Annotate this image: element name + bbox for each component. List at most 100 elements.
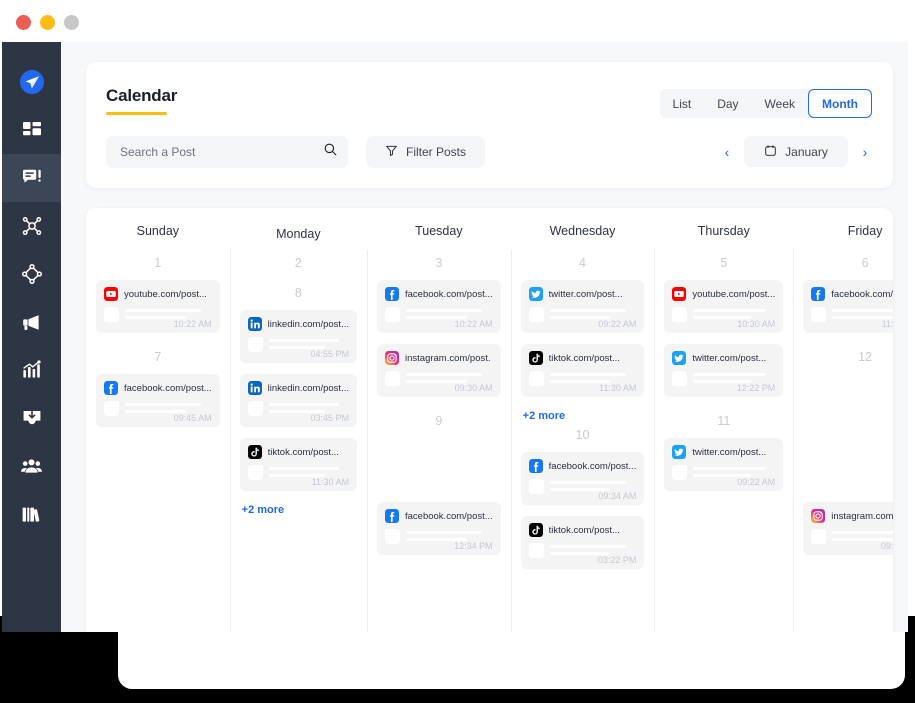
sidebar-item-automations[interactable] bbox=[2, 250, 61, 298]
day-cell[interactable]: 8linkedin.com/post...04:55 PMlinkedin.co… bbox=[240, 280, 357, 516]
post-header: instagram.com/post. bbox=[811, 509, 893, 523]
post-card[interactable]: instagram.com/post.09:30 AM bbox=[377, 344, 501, 397]
maximize-window-button[interactable] bbox=[64, 15, 79, 30]
post-time: 04:55 PM bbox=[310, 349, 349, 359]
post-card[interactable]: facebook.com/post... 09:34 AM bbox=[521, 452, 645, 505]
post-card[interactable]: facebook.com/post... 09:45 AM bbox=[96, 374, 220, 427]
day-posts: facebook.com/post...11:30 AM bbox=[803, 276, 893, 333]
search-post-box[interactable] bbox=[106, 136, 348, 168]
close-window-button[interactable] bbox=[16, 15, 31, 30]
day-cell[interactable]: 2 bbox=[240, 250, 357, 280]
filter-posts-button[interactable]: Filter Posts bbox=[366, 136, 485, 168]
post-card[interactable]: facebook.com/post...11:30 AM bbox=[803, 280, 893, 333]
post-card[interactable]: youtube.com/post...10:22 AM bbox=[96, 280, 220, 333]
post-card[interactable]: tiktok.com/post...11:30 AM bbox=[240, 438, 357, 491]
twitter-icon bbox=[672, 445, 686, 459]
next-month-button[interactable]: › bbox=[858, 136, 872, 167]
day-cell[interactable]: 4twitter.com/post...09:22 AMtiktok.com/p… bbox=[521, 250, 645, 422]
day-number: 11 bbox=[664, 408, 783, 434]
day-cell[interactable]: 11 twitter.com/post... 09:22 AM bbox=[664, 408, 783, 491]
linkedin-icon bbox=[248, 381, 262, 395]
day-posts: youtube.com/post...10:30 AM twitter.com/p… bbox=[664, 276, 783, 397]
post-card[interactable]: instagram.com/post.09:30 AM bbox=[803, 502, 893, 555]
day-cell[interactable]: 3 facebook.com/post...10:22 AM instagram.c… bbox=[377, 250, 501, 397]
post-thumbnail bbox=[811, 307, 826, 322]
search-icon[interactable] bbox=[323, 142, 338, 162]
post-time: 09:22 AM bbox=[737, 477, 775, 487]
calendar-column-tuesday: Tuesday3facebook.com/post...10:22 AMinst… bbox=[367, 208, 511, 632]
post-thumbnail bbox=[529, 371, 544, 386]
post-thumbnail bbox=[811, 529, 826, 544]
prev-month-button[interactable]: ‹ bbox=[720, 136, 734, 167]
post-card[interactable]: twitter.com/post... 09:22 AM bbox=[664, 438, 783, 491]
day-cell[interactable]: 9facebook.com/post...12:34 PM bbox=[377, 408, 501, 555]
post-url: facebook.com/post... bbox=[405, 511, 493, 522]
sidebar-item-send[interactable] bbox=[2, 58, 61, 106]
instagram-icon bbox=[811, 509, 825, 523]
search-input[interactable] bbox=[120, 145, 323, 159]
post-time: 09:45 AM bbox=[174, 413, 212, 423]
sidebar-item-network[interactable] bbox=[2, 202, 61, 250]
day-posts: facebook.com/post... 09:34 AM tiktok.com/p… bbox=[521, 448, 645, 569]
day-cell[interactable]: 6facebook.com/post...11:30 AM bbox=[803, 250, 893, 333]
minimize-window-button[interactable] bbox=[40, 15, 55, 30]
day-number: 7 bbox=[96, 344, 220, 370]
day-cell[interactable]: 12instagram.com/post.09:30 AM bbox=[803, 344, 893, 555]
post-card[interactable]: twitter.com/post...09:22 AM bbox=[521, 280, 645, 333]
users-team-icon bbox=[20, 455, 43, 478]
instagram-icon bbox=[385, 351, 399, 365]
post-header: tiktok.com/post... bbox=[529, 351, 637, 365]
sidebar-item-messages[interactable] bbox=[2, 154, 61, 202]
day-posts: youtube.com/post...10:22 AM bbox=[96, 276, 220, 333]
more-posts-link[interactable]: +2 more bbox=[521, 408, 645, 422]
tiktok-icon bbox=[529, 351, 543, 365]
sidebar-item-library[interactable] bbox=[2, 490, 61, 538]
day-cell[interactable]: 5youtube.com/post...10:30 AMtwitter.com/… bbox=[664, 250, 783, 397]
post-thumbnail bbox=[529, 543, 544, 558]
post-card[interactable]: facebook.com/post...12:34 PM bbox=[377, 502, 501, 555]
post-url: instagram.com/post. bbox=[831, 511, 893, 522]
post-card[interactable]: linkedin.com/post...04:55 PM bbox=[240, 310, 357, 363]
view-tab-week[interactable]: Week bbox=[752, 89, 808, 118]
post-thumbnail bbox=[385, 307, 400, 322]
sidebar-item-dashboard[interactable] bbox=[2, 106, 61, 154]
title-underline bbox=[106, 112, 167, 115]
calendar-column-wednesday: Wednesday4twitter.com/post...09:22 AMtik… bbox=[511, 208, 655, 632]
post-time: 03:45 PM bbox=[310, 413, 349, 423]
day-cell[interactable]: 1youtube.com/post...10:22 AM bbox=[96, 250, 220, 333]
view-tab-day[interactable]: Day bbox=[704, 89, 751, 118]
day-number: 3 bbox=[377, 250, 501, 276]
post-time: 09:34 AM bbox=[598, 491, 636, 501]
app-sidebar bbox=[2, 42, 61, 632]
post-thumbnail bbox=[248, 337, 263, 352]
month-navigation: ‹ January › bbox=[720, 136, 872, 167]
post-card[interactable]: facebook.com/post...10:22 AM bbox=[377, 280, 501, 333]
post-card[interactable]: linkedin.com/post...03:45 PM bbox=[240, 374, 357, 427]
post-url: tiktok.com/post... bbox=[268, 447, 339, 458]
post-header: facebook.com/post... bbox=[104, 381, 212, 395]
day-header-sunday: Sunday bbox=[96, 208, 220, 250]
day-cell[interactable]: 7 facebook.com/post... 09:45 AM bbox=[96, 344, 220, 427]
view-tab-month[interactable]: Month bbox=[808, 89, 872, 118]
post-url: twitter.com/post... bbox=[692, 447, 766, 458]
sidebar-item-analytics[interactable] bbox=[2, 346, 61, 394]
post-card[interactable]: twitter.com/post...12:22 PM bbox=[664, 344, 783, 397]
post-url: facebook.com/post... bbox=[124, 383, 212, 394]
youtube-icon bbox=[104, 287, 118, 301]
more-posts-link[interactable]: +2 more bbox=[240, 502, 357, 516]
post-card[interactable]: youtube.com/post...10:30 AM bbox=[664, 280, 783, 333]
day-header-thursday: Thursday bbox=[664, 208, 783, 250]
sidebar-item-campaigns[interactable] bbox=[2, 298, 61, 346]
sidebar-item-inbox[interactable] bbox=[2, 394, 61, 442]
view-tab-list[interactable]: List bbox=[660, 89, 705, 118]
sidebar-item-team[interactable] bbox=[2, 442, 61, 490]
post-header: twitter.com/post... bbox=[529, 287, 637, 301]
post-time: 11:30 AM bbox=[599, 383, 636, 393]
post-url: twitter.com/post... bbox=[692, 353, 766, 364]
current-month-pill[interactable]: January bbox=[744, 136, 848, 167]
day-cell[interactable]: 10facebook.com/post...09:34 AMtiktok.com… bbox=[521, 422, 645, 569]
post-header: facebook.com/post... bbox=[529, 459, 637, 473]
post-card[interactable]: tiktok.com/post... 11:30 AM bbox=[521, 344, 645, 397]
post-url: tiktok.com/post... bbox=[549, 353, 620, 364]
post-card[interactable]: tiktok.com/post...03:22 PM bbox=[521, 516, 645, 569]
